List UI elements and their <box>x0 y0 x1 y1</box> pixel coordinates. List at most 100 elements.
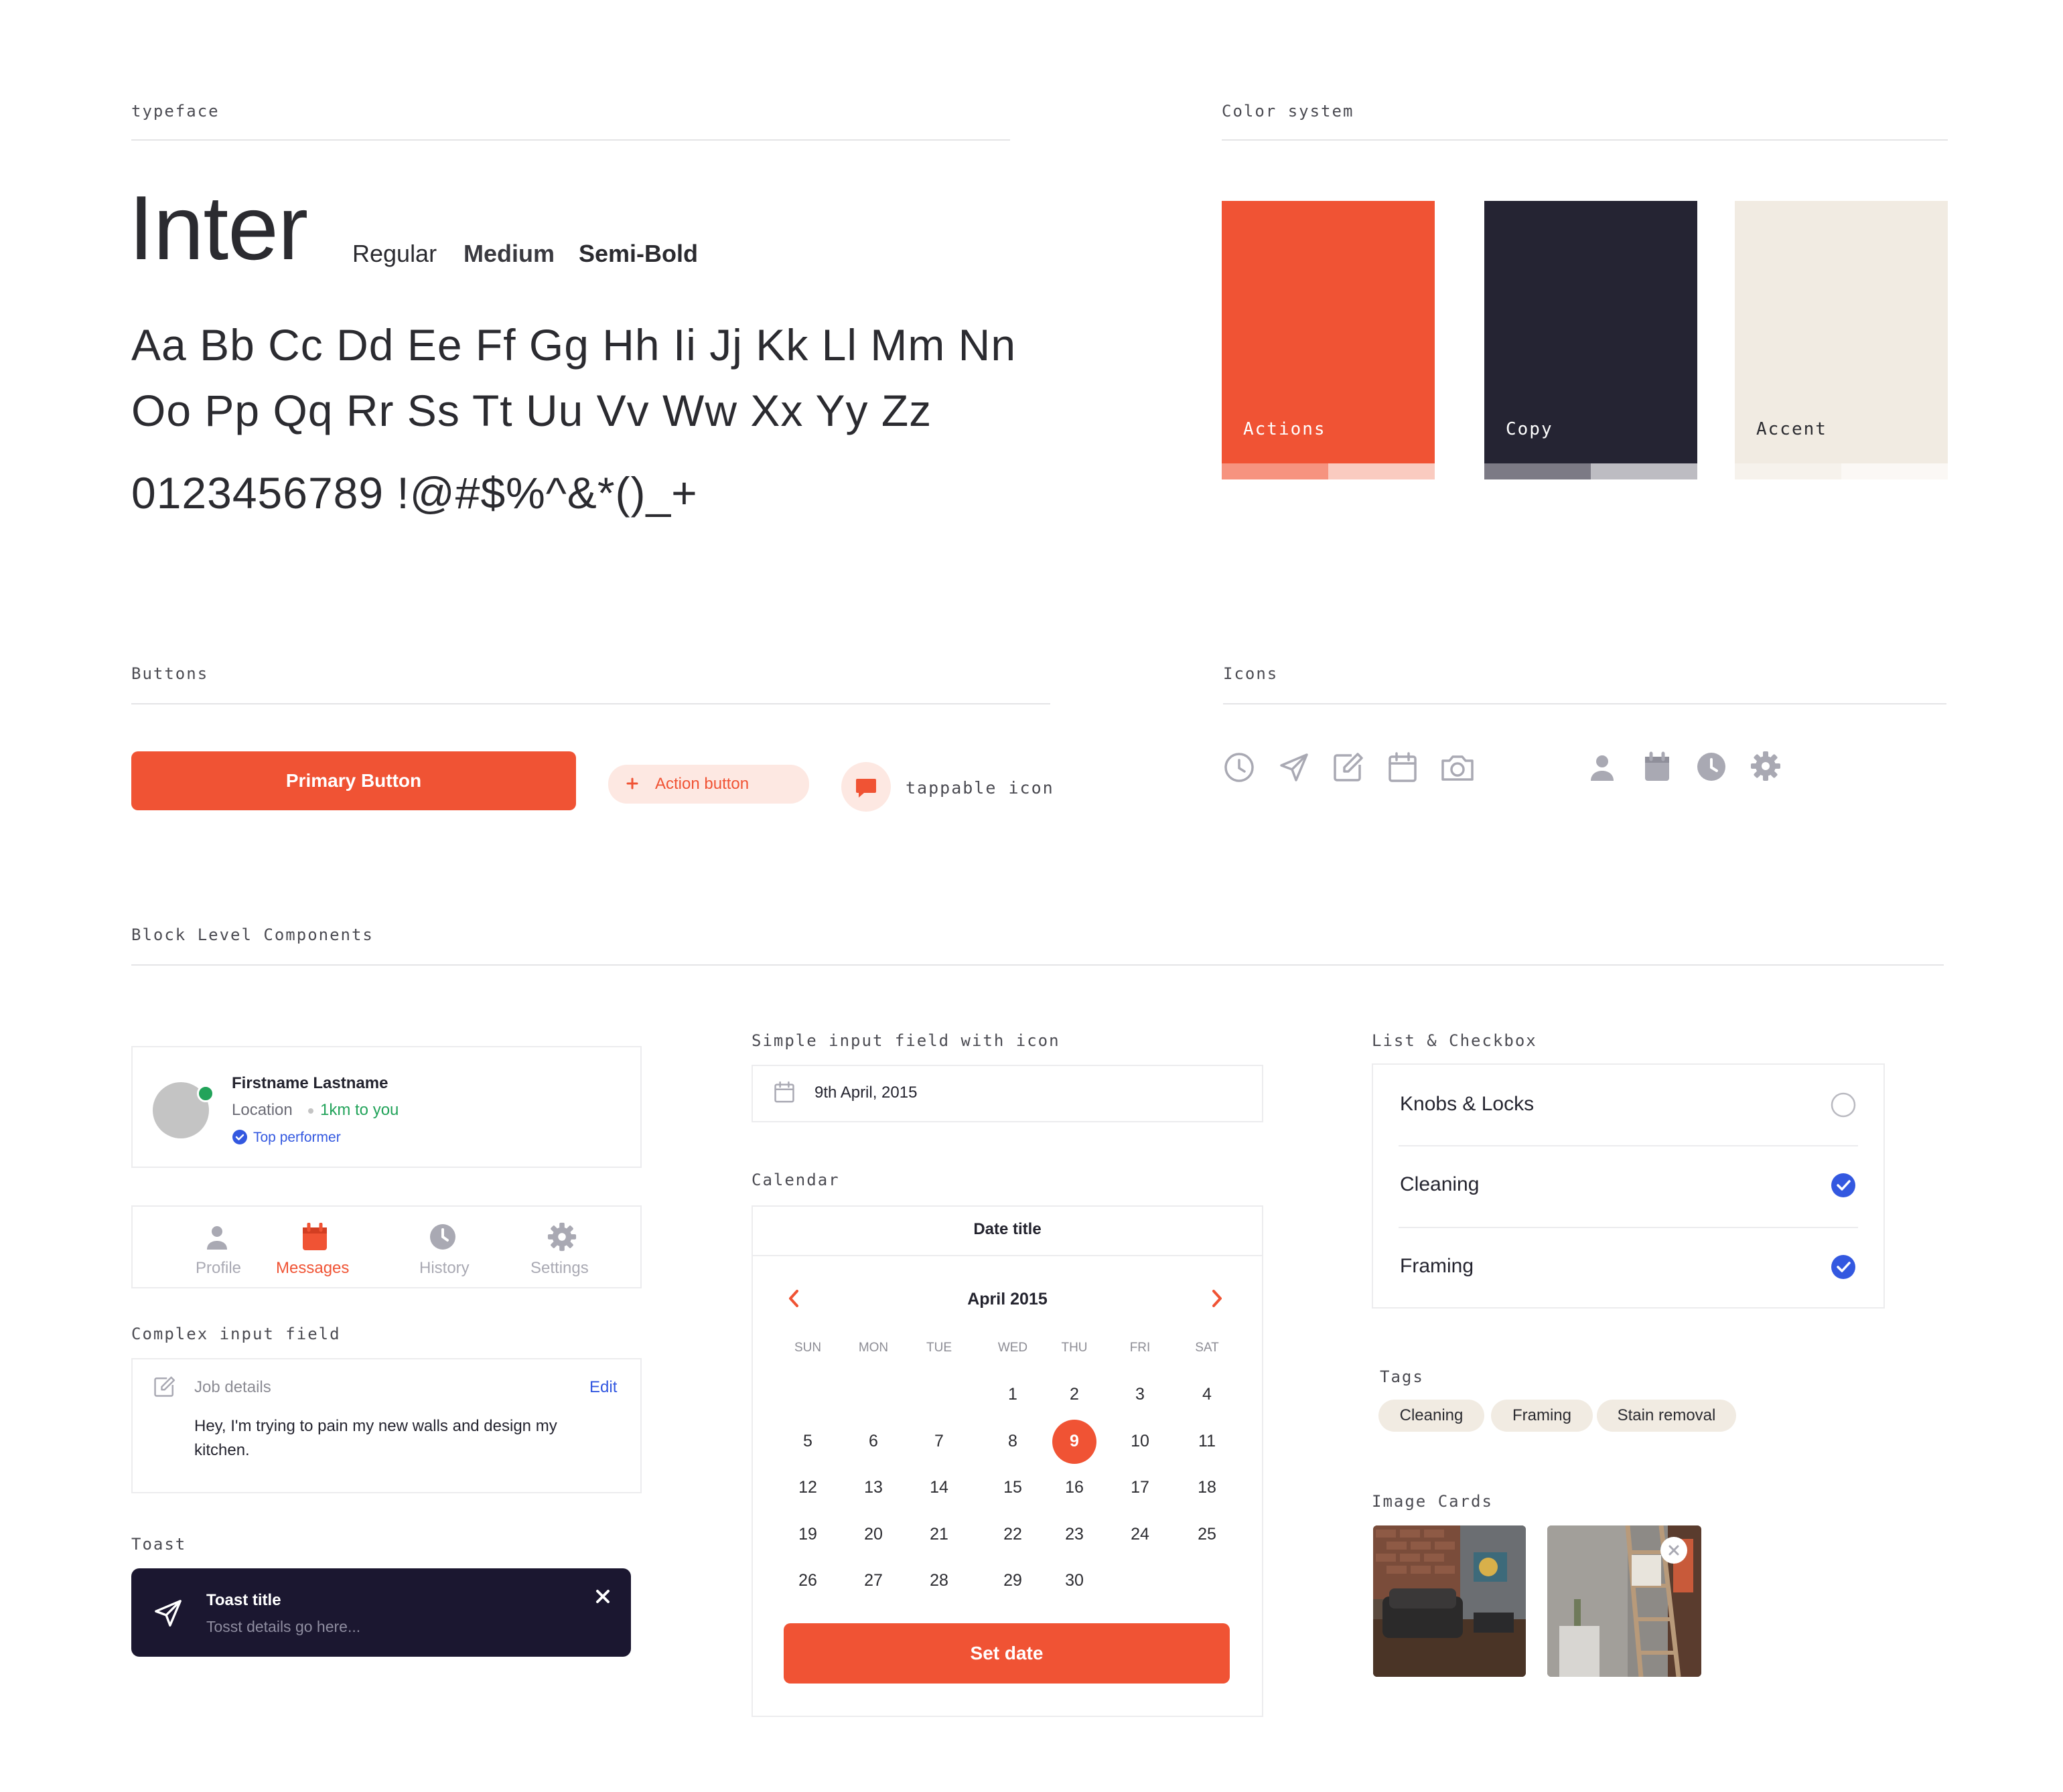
calendar-icon <box>301 1222 328 1254</box>
tags-label: Tags <box>1380 1367 1424 1386</box>
section-label-buttons: Buttons <box>131 664 209 683</box>
divider <box>1222 139 1948 141</box>
calendar-day[interactable]: 6 <box>847 1432 900 1451</box>
tappable-icon-label: tappable icon <box>906 778 1054 798</box>
list-label: List & Checkbox <box>1372 1031 1537 1050</box>
image-card-living-room[interactable] <box>1373 1525 1526 1677</box>
calendar-day[interactable]: 19 <box>781 1525 835 1544</box>
complex-input-field[interactable]: Job details Edit Hey, I'm trying to pain… <box>131 1358 642 1493</box>
list-item[interactable]: Cleaning <box>1373 1146 1883 1227</box>
profile-badge-label: Top performer <box>253 1130 341 1145</box>
user-icon[interactable] <box>1587 753 1617 786</box>
weekday-header: WED <box>997 1341 1028 1355</box>
clock-filled-icon[interactable] <box>1696 751 1727 786</box>
divider <box>1223 703 1946 704</box>
profile-distance: 1km to you <box>320 1101 399 1119</box>
calendar-day[interactable]: 29 <box>986 1571 1040 1590</box>
action-button[interactable]: Action button <box>608 765 809 804</box>
calendar-icon[interactable] <box>1386 751 1419 787</box>
weekday-header: SAT <box>1195 1341 1219 1355</box>
swatch-tint <box>1591 463 1697 479</box>
calendar-day[interactable]: 20 <box>847 1525 900 1544</box>
calendar-card: Date title April 2015 SUN MON TUE WED THU FRI… <box>752 1205 1263 1717</box>
calendar-day[interactable]: 9 <box>1048 1432 1101 1451</box>
divider <box>131 964 1944 966</box>
calendar-day[interactable]: 25 <box>1180 1525 1234 1544</box>
set-date-button[interactable]: Set date <box>784 1623 1230 1684</box>
calendar-day[interactable]: 13 <box>847 1478 900 1497</box>
calendar-day[interactable]: 23 <box>1048 1525 1101 1544</box>
camera-icon[interactable] <box>1440 751 1475 787</box>
calendar-day[interactable]: 14 <box>912 1478 966 1497</box>
calendar-icon <box>773 1081 796 1107</box>
weekday-header: TUE <box>926 1341 952 1355</box>
tag-chip[interactable]: Cleaning <box>1378 1400 1484 1432</box>
checkbox-unchecked-icon[interactable] <box>1830 1092 1857 1122</box>
plus-icon <box>623 774 642 798</box>
tab-label: Profile <box>196 1259 242 1277</box>
calendar-filled-icon[interactable] <box>1642 751 1672 786</box>
calendar-day[interactable]: 26 <box>781 1571 835 1590</box>
list-item-label: Cleaning <box>1400 1173 1480 1195</box>
calendar-day[interactable]: 8 <box>986 1432 1040 1451</box>
list-item[interactable]: Knobs & Locks <box>1373 1065 1883 1145</box>
alphabet-line-2: Oo Pp Qq Rr Ss Tt Uu Vv Ww Xx Yy Zz <box>131 386 932 435</box>
checkbox-checked-icon[interactable] <box>1830 1172 1857 1202</box>
weekday-header: SUN <box>794 1341 822 1355</box>
calendar-day[interactable]: 30 <box>1048 1571 1101 1590</box>
calendar-day[interactable]: 16 <box>1048 1478 1101 1497</box>
close-icon[interactable] <box>1660 1536 1688 1568</box>
edit-link[interactable]: Edit <box>589 1378 617 1397</box>
weight-regular: Regular <box>352 240 437 267</box>
calendar-day[interactable]: 28 <box>912 1571 966 1590</box>
list-item[interactable]: Framing <box>1373 1228 1883 1306</box>
calendar-day[interactable]: 18 <box>1180 1478 1234 1497</box>
calendar-label: Calendar <box>752 1171 840 1189</box>
calendar-day[interactable]: 5 <box>781 1432 835 1451</box>
calendar-day[interactable]: 15 <box>986 1478 1040 1497</box>
complex-input-title: Job details <box>194 1378 271 1396</box>
calendar-day[interactable]: 7 <box>912 1432 966 1451</box>
calendar-day[interactable]: 2 <box>1048 1385 1101 1404</box>
calendar-grid: SUN MON TUE WED THU FRI SAT 1 2 3 4 5 6 7 8 9 10 11 12 13 14… <box>753 1207 1262 1622</box>
profile-name: Firstname Lastname <box>232 1074 388 1092</box>
section-label-blocks: Block Level Components <box>131 925 374 944</box>
send-icon[interactable] <box>1278 751 1310 787</box>
profile-card[interactable]: Firstname Lastname Location 1km to you T… <box>131 1046 642 1168</box>
image-cards-label: Image Cards <box>1372 1492 1493 1511</box>
tag-chip[interactable]: Stain removal <box>1597 1400 1736 1432</box>
gear-icon[interactable] <box>1750 750 1782 786</box>
calendar-day[interactable]: 10 <box>1113 1432 1167 1451</box>
profile-location: Location <box>232 1101 293 1119</box>
calendar-day[interactable]: 17 <box>1113 1478 1167 1497</box>
complex-input-body-line2: kitchen. <box>194 1441 250 1459</box>
clock-icon <box>429 1223 457 1254</box>
calendar-day[interactable]: 21 <box>912 1525 966 1544</box>
image-card-ladder[interactable] <box>1547 1525 1701 1677</box>
calendar-day[interactable]: 12 <box>781 1478 835 1497</box>
section-label-icons: Icons <box>1223 664 1279 683</box>
date-input-field[interactable]: 9th April, 2015 <box>752 1065 1263 1122</box>
user-icon <box>205 1224 229 1254</box>
toast-label: Toast <box>131 1535 187 1554</box>
calendar-day[interactable]: 4 <box>1180 1385 1234 1404</box>
calendar-day[interactable]: 3 <box>1113 1385 1167 1404</box>
edit-icon[interactable] <box>1332 751 1364 787</box>
calendar-day[interactable]: 24 <box>1113 1525 1167 1544</box>
tag-chip[interactable]: Framing <box>1491 1400 1593 1432</box>
edit-icon <box>153 1375 175 1402</box>
section-label-typeface: typeface <box>131 102 220 121</box>
checkbox-checked-icon[interactable] <box>1830 1254 1857 1284</box>
clock-icon[interactable] <box>1223 751 1255 787</box>
swatch-tint <box>1328 463 1435 479</box>
swatch-tint <box>1484 463 1591 479</box>
swatch-actions: Actions <box>1222 201 1435 479</box>
close-icon[interactable] <box>593 1587 612 1609</box>
calendar-day[interactable]: 11 <box>1180 1432 1234 1451</box>
calendar-day[interactable]: 22 <box>986 1525 1040 1544</box>
calendar-day[interactable]: 1 <box>986 1385 1040 1404</box>
primary-button[interactable]: Primary Button <box>131 751 576 810</box>
tappable-icon-button[interactable] <box>841 762 891 812</box>
calendar-day[interactable]: 27 <box>847 1571 900 1590</box>
toast-details: Tosst details go here... <box>206 1618 361 1635</box>
